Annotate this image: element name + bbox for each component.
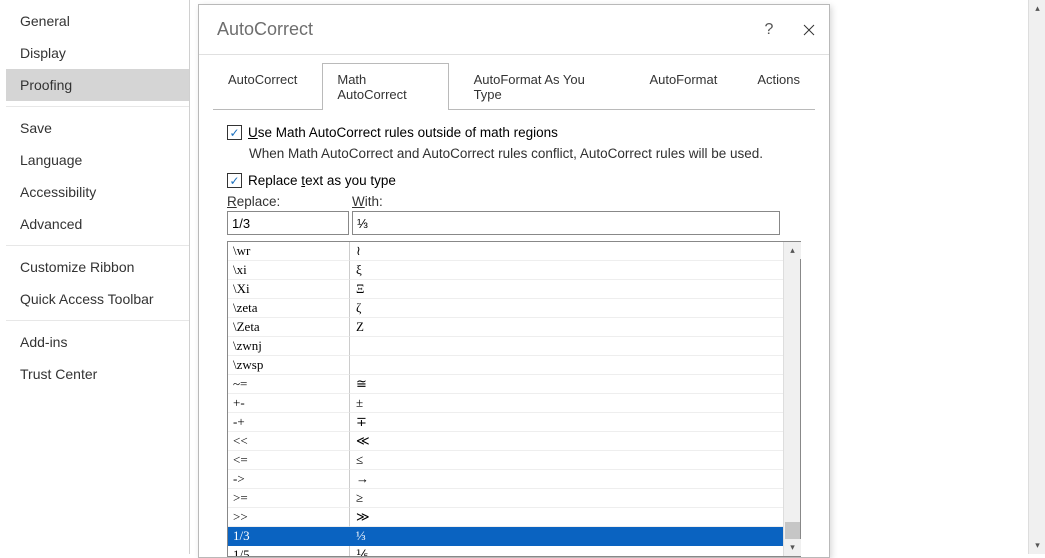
replace-cell: >> xyxy=(228,508,350,527)
list-row[interactable]: \XiΞ xyxy=(228,280,783,299)
sidebar-item-proofing[interactable]: Proofing xyxy=(6,69,189,101)
sidebar-item-advanced[interactable]: Advanced xyxy=(6,208,189,240)
replace-cell: >= xyxy=(228,489,350,508)
sidebar-item-language[interactable]: Language xyxy=(6,144,189,176)
check-label: Use Math AutoCorrect rules outside of ma… xyxy=(248,125,558,140)
tabstrip: AutoCorrectMath AutoCorrectAutoFormat As… xyxy=(199,55,829,110)
replace-header: Replace: xyxy=(227,194,352,209)
with-cell: ≤ xyxy=(350,451,783,470)
scroll-down-icon[interactable]: ▾ xyxy=(784,539,801,556)
close-icon xyxy=(803,24,815,36)
list-scrollbar[interactable]: ▴ ▾ xyxy=(783,242,800,556)
list-row[interactable]: 1/5⅕ xyxy=(228,546,783,556)
with-cell: ≥ xyxy=(350,489,783,508)
list-row[interactable]: \zwnj xyxy=(228,337,783,356)
dialog-title: AutoCorrect xyxy=(199,19,749,40)
list-row[interactable]: \ZetaΖ xyxy=(228,318,783,337)
list-row[interactable]: +-± xyxy=(228,394,783,413)
list-row[interactable]: \wr≀ xyxy=(228,242,783,261)
check-label: Replace text as you type xyxy=(248,173,396,188)
replace-cell: \Xi xyxy=(228,280,350,299)
with-cell: ∓ xyxy=(350,413,783,432)
with-cell: ± xyxy=(350,394,783,413)
with-cell: Ζ xyxy=(350,318,783,337)
sidebar-item-trust-center[interactable]: Trust Center xyxy=(6,358,189,390)
with-cell: ξ xyxy=(350,261,783,280)
replace-cell: \zeta xyxy=(228,299,350,318)
with-input[interactable] xyxy=(352,211,780,235)
page-scrollbar[interactable]: ▴ ▾ xyxy=(1028,0,1045,554)
sidebar-item-display[interactable]: Display xyxy=(6,37,189,69)
tab-actions[interactable]: Actions xyxy=(742,63,815,110)
conflict-note: When Math AutoCorrect and AutoCorrect ru… xyxy=(249,146,801,161)
with-cell xyxy=(350,356,783,375)
list-row[interactable]: -+∓ xyxy=(228,413,783,432)
replace-cell: ~= xyxy=(228,375,350,394)
list-row[interactable]: >=≥ xyxy=(228,489,783,508)
sidebar-item-save[interactable]: Save xyxy=(6,112,189,144)
autocorrect-dialog: AutoCorrect ? AutoCorrectMath AutoCorrec… xyxy=(198,4,830,558)
replace-cell: \zwnj xyxy=(228,337,350,356)
tab-autoformat-as-you-type[interactable]: AutoFormat As You Type xyxy=(459,63,625,110)
with-cell: ⅕ xyxy=(350,546,783,556)
tab-math-autocorrect[interactable]: Math AutoCorrect xyxy=(322,63,448,110)
replace-cell: \xi xyxy=(228,261,350,280)
with-cell xyxy=(350,337,783,356)
autocorrect-list: \wr≀\xiξ\XiΞ\zetaζ\ZetaΖ\zwnj\zwsp~=≅+-±… xyxy=(227,241,801,557)
sidebar-item-add-ins[interactable]: Add-ins xyxy=(6,326,189,358)
sidebar-item-quick-access-toolbar[interactable]: Quick Access Toolbar xyxy=(6,283,189,315)
with-cell: ⅓ xyxy=(350,527,783,546)
with-header: With: xyxy=(352,194,801,209)
scroll-down-icon[interactable]: ▾ xyxy=(1029,537,1045,554)
check-use-outside[interactable]: ✓ Use Math AutoCorrect rules outside of … xyxy=(227,125,801,140)
list-row[interactable]: \zwsp xyxy=(228,356,783,375)
replace-cell: \zwsp xyxy=(228,356,350,375)
dialog-titlebar: AutoCorrect ? xyxy=(199,5,829,55)
with-cell: ≀ xyxy=(350,242,783,261)
with-cell: ≅ xyxy=(350,375,783,394)
sidebar: GeneralDisplayProofing SaveLanguageAccess… xyxy=(6,0,190,554)
sidebar-item-general[interactable]: General xyxy=(6,5,189,37)
list-row[interactable]: <=≤ xyxy=(228,451,783,470)
tab-autocorrect[interactable]: AutoCorrect xyxy=(213,63,312,110)
sidebar-item-customize-ribbon[interactable]: Customize Ribbon xyxy=(6,251,189,283)
replace-input[interactable] xyxy=(227,211,349,235)
scroll-up-icon[interactable]: ▴ xyxy=(784,242,801,259)
replace-cell: \wr xyxy=(228,242,350,261)
with-cell: ≫ xyxy=(350,508,783,527)
checkbox-icon: ✓ xyxy=(227,125,242,140)
check-replace-as-type[interactable]: ✓ Replace text as you type xyxy=(227,173,801,188)
with-cell: ≪ xyxy=(350,432,783,451)
dialog-content: ✓ Use Math AutoCorrect rules outside of … xyxy=(199,111,829,557)
replace-cell: 1/3 xyxy=(228,527,350,546)
list-row[interactable]: 1/3⅓ xyxy=(228,527,783,546)
replace-cell: << xyxy=(228,432,350,451)
close-button[interactable] xyxy=(789,6,829,54)
list-row[interactable]: ->→ xyxy=(228,470,783,489)
list-row[interactable]: ~=≅ xyxy=(228,375,783,394)
scroll-up-icon[interactable]: ▴ xyxy=(1029,0,1045,17)
replace-cell: \Zeta xyxy=(228,318,350,337)
checkbox-icon: ✓ xyxy=(227,173,242,188)
replace-cell: -> xyxy=(228,470,350,489)
replace-cell: -+ xyxy=(228,413,350,432)
replace-cell: <= xyxy=(228,451,350,470)
with-cell: Ξ xyxy=(350,280,783,299)
list-row[interactable]: <<≪ xyxy=(228,432,783,451)
tab-autoformat[interactable]: AutoFormat xyxy=(634,63,732,110)
list-row[interactable]: \zetaζ xyxy=(228,299,783,318)
replace-cell: +- xyxy=(228,394,350,413)
replace-cell: 1/5 xyxy=(228,546,350,556)
with-cell: ζ xyxy=(350,299,783,318)
list-body[interactable]: \wr≀\xiξ\XiΞ\zetaζ\ZetaΖ\zwnj\zwsp~=≅+-±… xyxy=(228,242,783,556)
help-button[interactable]: ? xyxy=(749,6,789,54)
list-row[interactable]: \xiξ xyxy=(228,261,783,280)
list-row[interactable]: >>≫ xyxy=(228,508,783,527)
inputs-row xyxy=(227,211,801,235)
sidebar-item-accessibility[interactable]: Accessibility xyxy=(6,176,189,208)
column-headers: Replace: With: xyxy=(227,194,801,209)
with-cell: → xyxy=(350,470,783,489)
tab-separator xyxy=(213,109,815,110)
